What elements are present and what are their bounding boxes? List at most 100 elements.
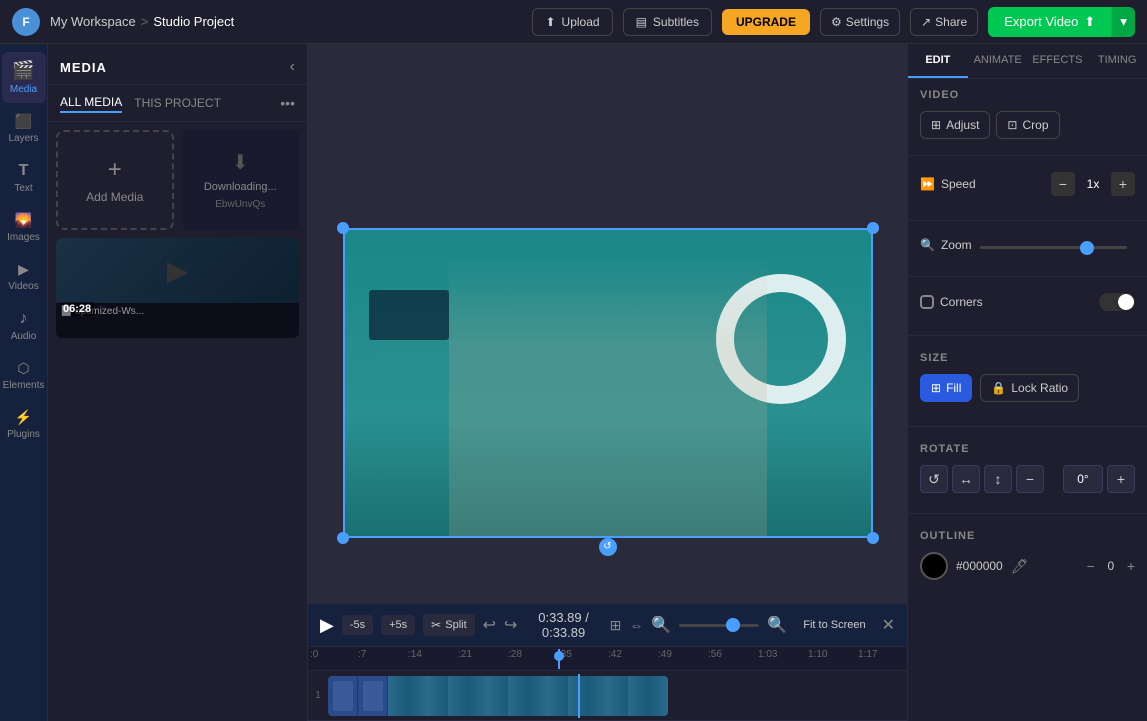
- ruler-7: :7: [358, 649, 366, 660]
- split-icon: ✂: [431, 618, 441, 632]
- share-button[interactable]: ↗ Share: [910, 8, 978, 36]
- speed-row: ⏩ Speed − 1x +: [920, 172, 1135, 196]
- tab-edit[interactable]: EDIT: [908, 44, 968, 78]
- divider-1: [908, 155, 1147, 156]
- crop-button[interactable]: ⊡ Crop: [996, 111, 1059, 139]
- speed-decrease-button[interactable]: −: [1051, 172, 1075, 196]
- rotate-value-input[interactable]: [1063, 465, 1103, 493]
- upgrade-button[interactable]: UPGRADE: [722, 9, 810, 35]
- sidebar-item-media[interactable]: 🎬 Media: [2, 52, 46, 103]
- track-content-1[interactable]: [328, 674, 907, 718]
- ruler-117: 1:17: [858, 649, 877, 660]
- media-panel-close-button[interactable]: ‹: [290, 58, 295, 76]
- sidebar-item-videos[interactable]: ▶ Videos: [2, 253, 46, 300]
- media-content: + Add Media ⬇ Downloading... EbwUnvQs ▶ …: [48, 122, 307, 721]
- outline-color-swatch[interactable]: [920, 552, 948, 580]
- handle-bottom-right[interactable]: [867, 532, 879, 544]
- ruler-0: :0: [310, 649, 318, 660]
- outline-increase-button[interactable]: +: [1127, 558, 1135, 574]
- rotation-handle[interactable]: ↺: [599, 538, 617, 556]
- skip-back-button[interactable]: -5s: [342, 615, 373, 635]
- media-item-1[interactable]: ▶ 06:28 📄 optimized-Ws...: [56, 238, 299, 338]
- handle-bottom-left[interactable]: [337, 532, 349, 544]
- zoom-in-button[interactable]: 🔍: [767, 615, 787, 635]
- video-play-icon: ▶: [167, 254, 189, 287]
- tab-this-project[interactable]: THIS PROJECT: [134, 94, 221, 112]
- add-media-button[interactable]: + Add Media: [56, 130, 174, 230]
- chevron-down-icon: ▾: [1120, 14, 1127, 29]
- outline-decrease-button[interactable]: −: [1087, 558, 1095, 574]
- track-clip[interactable]: [328, 676, 668, 716]
- eyedropper-button[interactable]: 🖊: [1011, 558, 1029, 575]
- zoom-slider[interactable]: [980, 246, 1127, 249]
- skip-fwd-button[interactable]: +5s: [381, 615, 415, 635]
- tab-timing[interactable]: TIMING: [1087, 44, 1147, 78]
- right-panel: EDIT ANIMATE EFFECTS TIMING VIDEO ⊞ Adju…: [907, 44, 1147, 721]
- divider-5: [908, 426, 1147, 427]
- canvas-container: ↺: [343, 228, 873, 538]
- subtitles-icon: ▤: [636, 15, 647, 29]
- outline-section: OUTLINE #000000 🖊 − 0 +: [908, 520, 1147, 596]
- flip-h-button[interactable]: ↔: [952, 465, 980, 493]
- fit-screen-button[interactable]: Fit to Screen: [795, 615, 873, 635]
- right-panel-tabs: EDIT ANIMATE EFFECTS TIMING: [908, 44, 1147, 79]
- undo-button[interactable]: ↩: [483, 615, 496, 635]
- corners-label: Corners: [920, 295, 983, 309]
- export-dropdown-button[interactable]: ▾: [1111, 7, 1135, 37]
- media-item-1-thumbnail: ▶: [56, 238, 299, 303]
- track-number: 1: [308, 690, 328, 701]
- flip-v-button[interactable]: ↕: [984, 465, 1012, 493]
- sidebar-item-text[interactable]: T Text: [2, 154, 46, 202]
- handle-top-right[interactable]: [867, 222, 879, 234]
- fill-button[interactable]: ⊞ Fill: [920, 374, 972, 402]
- media-more-button[interactable]: •••: [280, 95, 295, 111]
- downloading-icon: ⬇: [232, 150, 249, 175]
- multi-track-icon: ⊞: [610, 617, 622, 634]
- split-button[interactable]: ✂ Split: [423, 614, 474, 636]
- speed-section: ⏩ Speed − 1x +: [908, 162, 1147, 214]
- ruler-42: :42: [608, 649, 622, 660]
- tab-effects[interactable]: EFFECTS: [1028, 44, 1088, 78]
- divider-4: [908, 335, 1147, 336]
- sidebar-item-layers[interactable]: ⬛ Layers: [2, 105, 46, 152]
- sidebar-item-audio[interactable]: ♪ Audio: [2, 302, 46, 350]
- zoom-label: 🔍 Zoom: [920, 238, 972, 252]
- tab-all-media[interactable]: ALL MEDIA: [60, 93, 122, 113]
- app-logo: F: [12, 8, 40, 36]
- sidebar-item-plugins[interactable]: ⚡ Plugins: [2, 401, 46, 448]
- crop-icon: ⊡: [1007, 118, 1017, 132]
- subtitles-button[interactable]: ▤ Subtitles: [623, 8, 712, 36]
- divider-3: [908, 276, 1147, 277]
- play-button[interactable]: ▶: [320, 615, 334, 636]
- sidebar-item-images[interactable]: 🌄 Images: [2, 204, 46, 251]
- corners-toggle[interactable]: [1099, 293, 1135, 311]
- rotate-ccw-button[interactable]: ↺: [920, 465, 948, 493]
- redo-button[interactable]: ↪: [504, 615, 517, 635]
- breadcrumb: My Workspace > Studio Project: [50, 14, 234, 29]
- handle-top-left[interactable]: [337, 222, 349, 234]
- export-video-button[interactable]: Export Video ⬆: [988, 7, 1111, 37]
- media-panel: MEDIA ‹ ALL MEDIA THIS PROJECT ••• + Add…: [48, 44, 308, 721]
- settings-button[interactable]: ⚙ Settings: [820, 8, 900, 36]
- tab-animate[interactable]: ANIMATE: [968, 44, 1028, 78]
- ruler-110: 1:10: [808, 649, 827, 660]
- clip-thumb-1: [328, 676, 358, 716]
- settings-icon: ⚙: [831, 15, 842, 29]
- zoom-out-button[interactable]: 🔍: [651, 615, 671, 635]
- upload-button[interactable]: ⬆ Upload: [532, 8, 612, 36]
- timeline-zoom-slider[interactable]: [679, 624, 759, 627]
- speed-increase-button[interactable]: +: [1111, 172, 1135, 196]
- fill-icon: ⊞: [931, 381, 941, 395]
- magnet-icon: ⇔: [629, 617, 643, 633]
- adjust-button[interactable]: ⊞ Adjust: [920, 111, 990, 139]
- ruler-21: :21: [458, 649, 472, 660]
- rotate-row: ↺ ↔ ↕ − +: [920, 465, 1135, 493]
- rotate-minus-button[interactable]: −: [1016, 465, 1044, 493]
- layers-icon: ⬛: [15, 113, 32, 130]
- rotate-plus-button[interactable]: +: [1107, 465, 1135, 493]
- sidebar-item-elements[interactable]: ⬡ Elements: [2, 352, 46, 399]
- lock-ratio-button[interactable]: 🔒 Lock Ratio: [980, 374, 1079, 402]
- close-timeline-button[interactable]: ✕: [882, 615, 895, 635]
- lock-icon: 🔒: [991, 381, 1006, 395]
- timeline-zoom-controls: ⊞ ⇔ 🔍 🔍 Fit to Screen ✕: [610, 615, 895, 635]
